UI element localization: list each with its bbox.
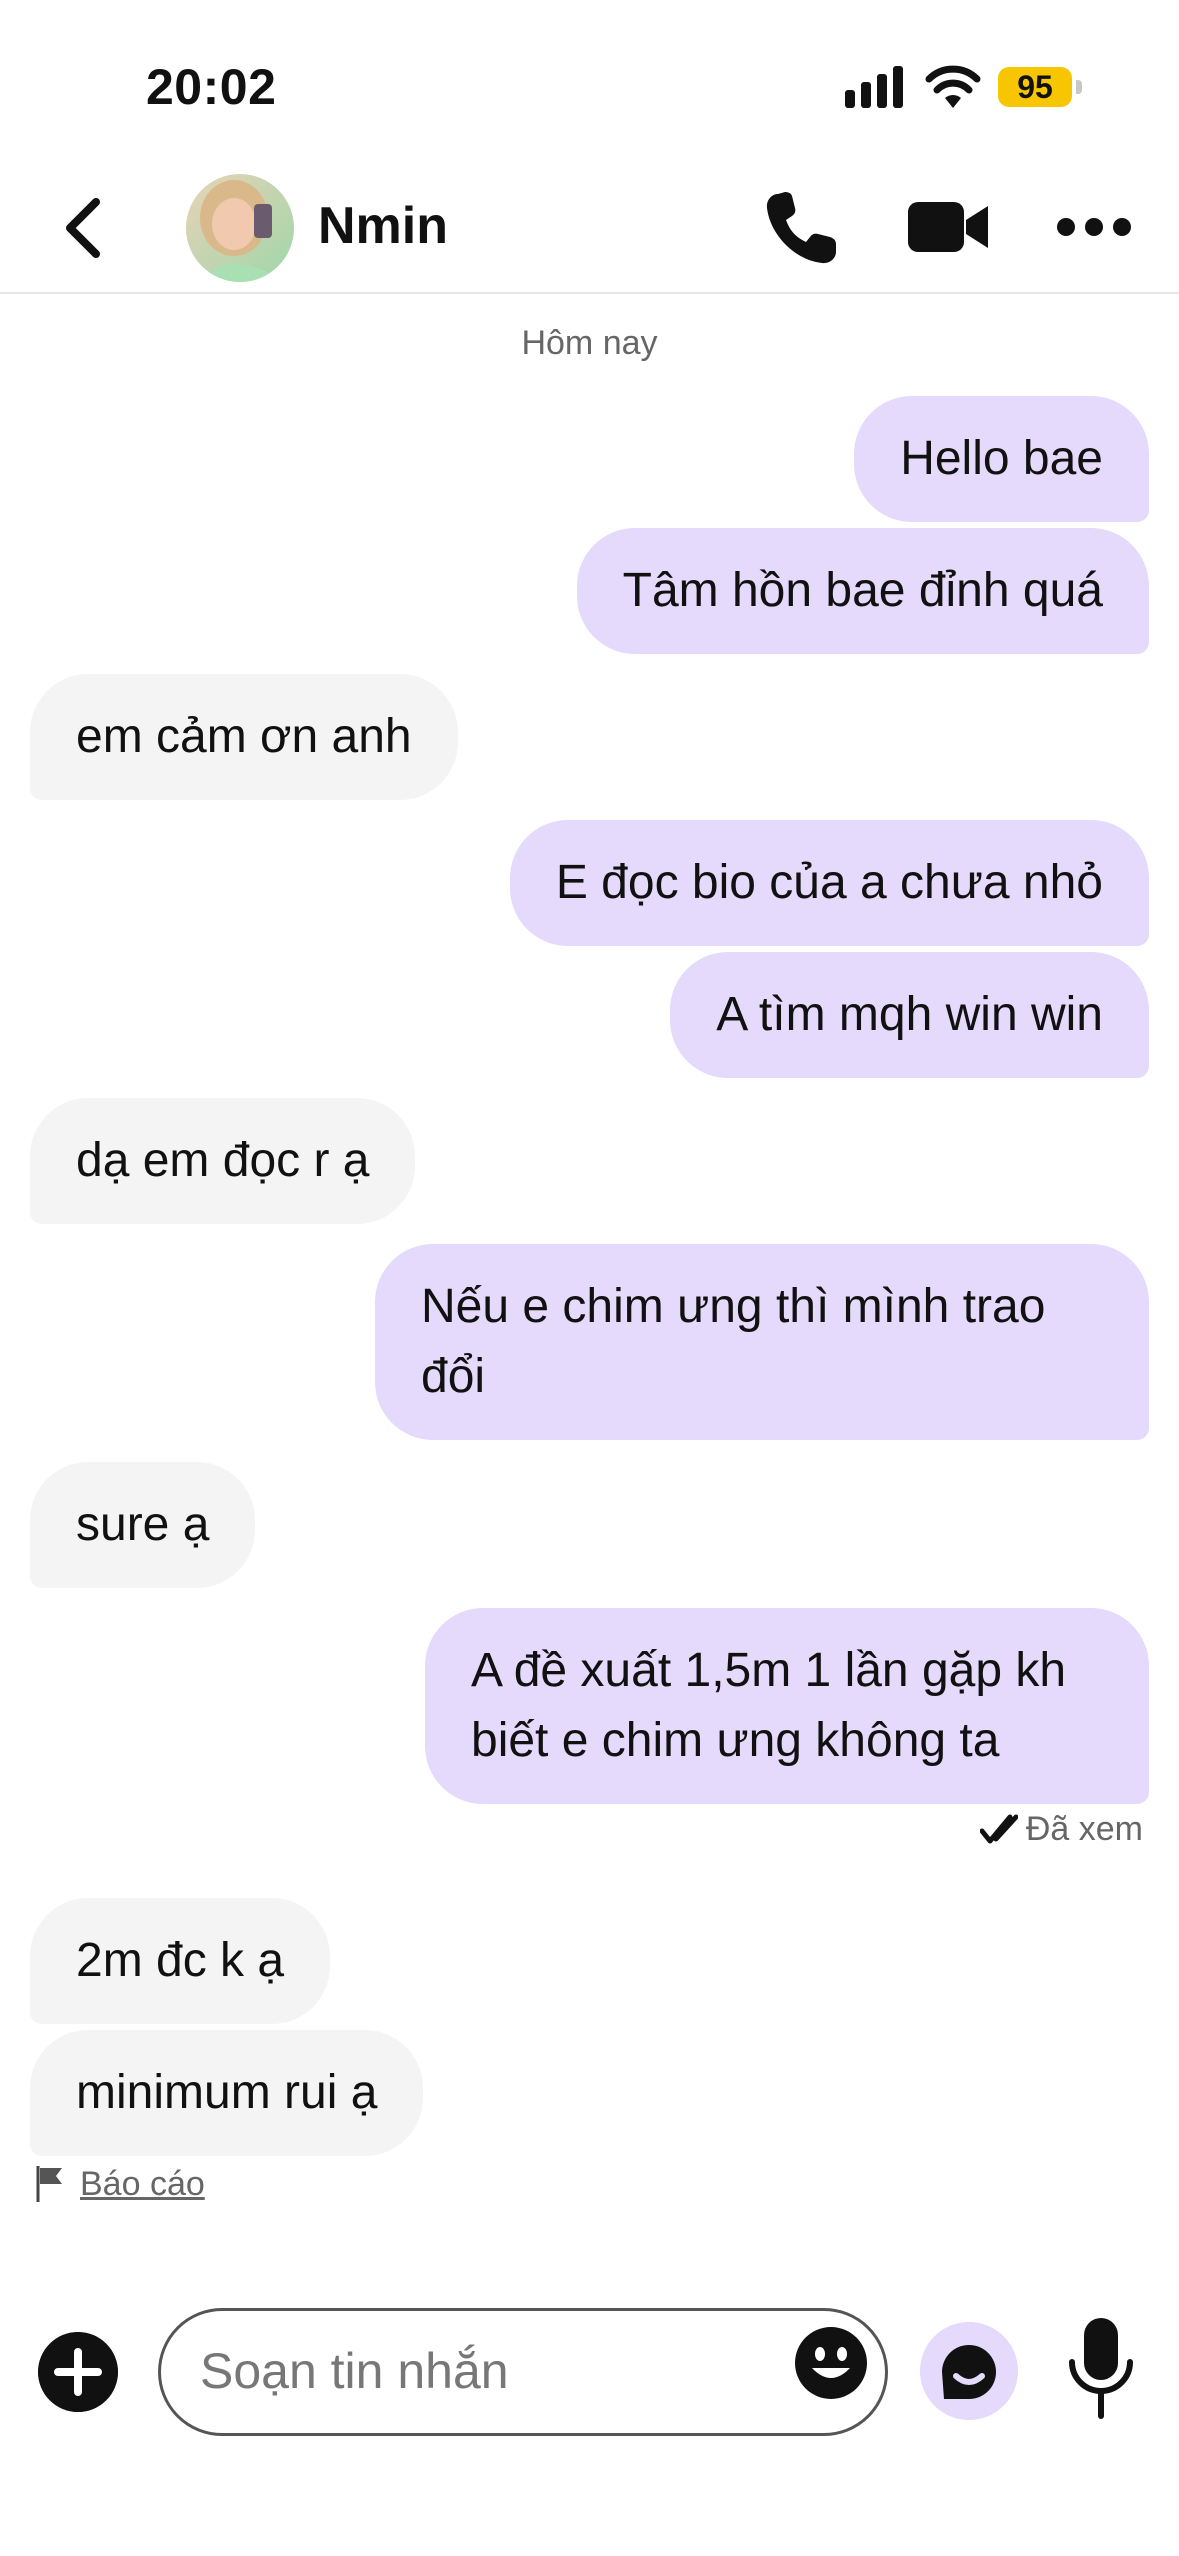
double-check-icon	[979, 1814, 1018, 1843]
battery-cap	[1076, 80, 1082, 94]
message-text: 2m đc k ạ	[76, 1934, 285, 1987]
outgoing-message[interactable]: Tâm hồn bae đỉnh quá	[576, 528, 1149, 654]
outgoing-message[interactable]: A tìm mqh win win	[670, 952, 1149, 1078]
video-call-icon[interactable]	[908, 196, 990, 258]
message-text: Hello bae	[900, 432, 1103, 485]
outgoing-message[interactable]: Hello bae	[854, 396, 1149, 522]
back-arrow-icon[interactable]	[58, 196, 108, 260]
outgoing-message[interactable]: Nếu e chim ưng thì mình trao đổi	[375, 1244, 1149, 1440]
contact-avatar[interactable]	[186, 174, 294, 282]
report-link[interactable]: Báo cáo	[34, 2164, 205, 2204]
wifi-icon	[925, 65, 981, 108]
microphone-icon[interactable]	[1066, 2316, 1136, 2420]
status-time: 20:02	[146, 59, 277, 115]
emoji-icon[interactable]	[794, 2326, 868, 2400]
flag-icon	[36, 2166, 62, 2202]
sticker-button[interactable]	[920, 2322, 1018, 2420]
avatar-photo	[186, 174, 294, 282]
message-text: minimum rui ạ	[76, 2066, 378, 2119]
incoming-message[interactable]: dạ em đọc r ạ	[30, 1098, 416, 1224]
outgoing-message[interactable]: E đọc bio của a chưa nhỏ	[509, 820, 1149, 946]
message-text: A tìm mqh win win	[716, 988, 1103, 1041]
battery-indicator: 95	[998, 67, 1084, 107]
phone-call-icon[interactable]	[764, 190, 838, 266]
message-input-placeholder[interactable]: Soạn tin nhắn	[200, 2342, 509, 2400]
more-options-icon[interactable]	[1056, 212, 1132, 242]
contact-name[interactable]: Nmin	[318, 196, 448, 256]
date-separator: Hôm nay	[521, 324, 658, 362]
incoming-message[interactable]: sure ạ	[30, 1462, 256, 1588]
message-text: em cảm ơn anh	[76, 710, 412, 763]
message-text: sure ạ	[76, 1498, 210, 1551]
message-text: A đề xuất 1,5m 1 lần gặp kh biết e chim …	[471, 1644, 1067, 1767]
add-attachment-button[interactable]	[38, 2332, 118, 2412]
incoming-message[interactable]: 2m đc k ạ	[30, 1898, 331, 2024]
message-text: dạ em đọc r ạ	[76, 1134, 370, 1187]
header-divider	[0, 292, 1179, 294]
message-text: Tâm hồn bae đỉnh quá	[622, 564, 1103, 617]
seen-label: Đã xem	[1025, 1810, 1143, 1848]
message-text: Nếu e chim ưng thì mình trao đổi	[421, 1280, 1046, 1403]
incoming-message[interactable]: em cảm ơn anh	[30, 674, 458, 800]
report-label[interactable]: Báo cáo	[80, 2165, 205, 2204]
battery-level: 95	[998, 67, 1072, 107]
incoming-message[interactable]: minimum rui ạ	[30, 2030, 424, 2156]
cellular-signal-icon	[845, 66, 903, 108]
message-text: E đọc bio của a chưa nhỏ	[555, 856, 1103, 909]
read-receipt: Đã xem	[979, 1810, 1143, 1849]
outgoing-message[interactable]: A đề xuất 1,5m 1 lần gặp kh biết e chim …	[425, 1608, 1149, 1804]
